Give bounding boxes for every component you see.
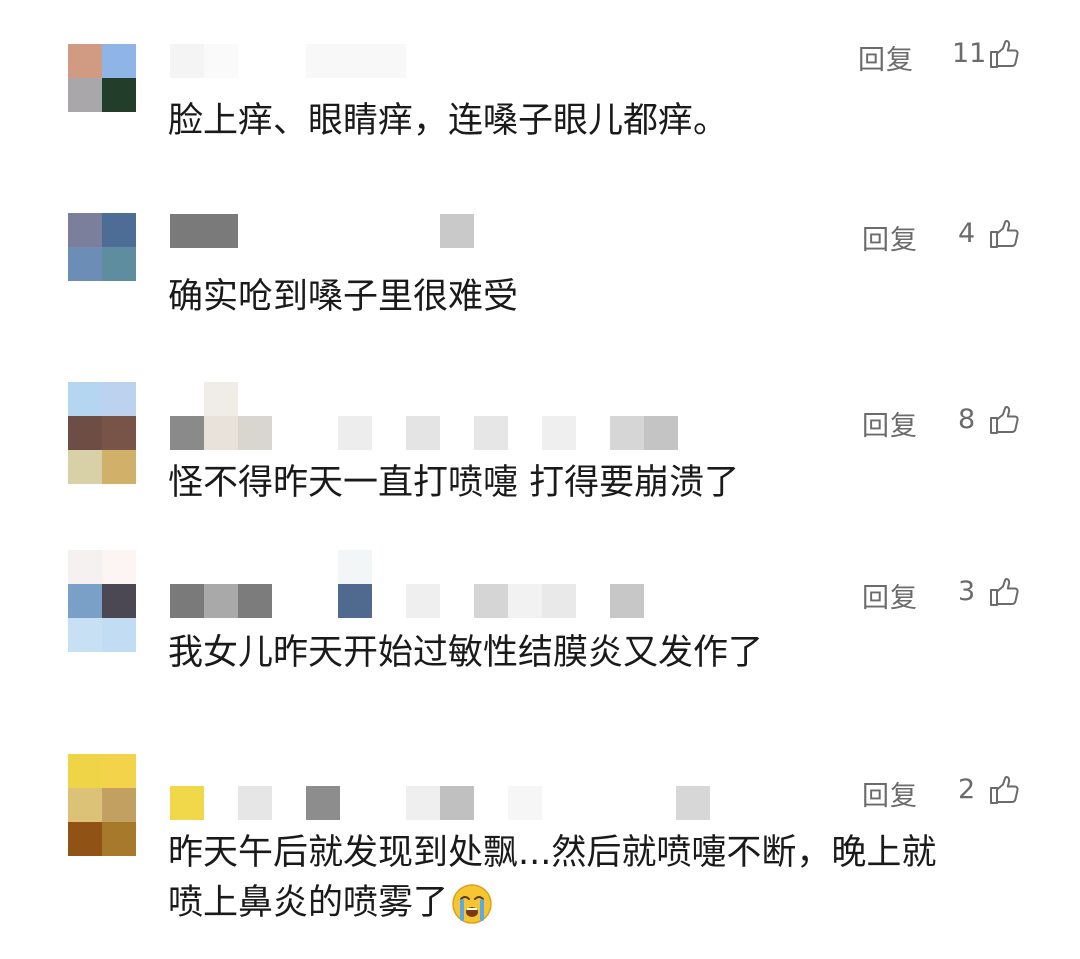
username-blurred[interactable] (170, 44, 410, 78)
username-blurred[interactable] (170, 786, 730, 820)
avatar[interactable] (68, 754, 136, 856)
avatar[interactable] (68, 382, 136, 484)
comment-list: 回复 11 脸上痒、眼睛痒，连嗓子眼儿都痒。 回复 4 确实呛到嗓子里很难受 回… (0, 0, 1080, 959)
thumbs-up-icon[interactable] (988, 38, 1020, 70)
like-count: 2 (958, 774, 976, 805)
avatar[interactable] (68, 550, 136, 652)
comment-text-line: 喷上鼻炎的喷雾了 (168, 878, 1048, 928)
thumbs-up-icon[interactable] (988, 404, 1020, 436)
avatar-pixel (102, 78, 136, 112)
avatar-pixel (102, 44, 136, 78)
username-blurred[interactable] (170, 382, 690, 450)
thumbs-up-icon[interactable] (988, 218, 1020, 250)
comment-text: 确实呛到嗓子里很难受 (168, 277, 519, 317)
reply-button[interactable]: 回复 (862, 576, 918, 615)
avatar-pixel (68, 44, 102, 78)
comment-text-segment: 喷上鼻炎的喷雾了 (168, 883, 449, 923)
thumbs-up-icon[interactable] (988, 774, 1020, 806)
reply-button[interactable]: 回复 (862, 218, 918, 257)
avatar[interactable] (68, 44, 136, 112)
like-count: 4 (958, 218, 976, 249)
reply-button[interactable]: 回复 (862, 404, 918, 443)
username-blurred[interactable] (170, 214, 480, 248)
comment-text: 我女儿昨天开始过敏性结膜炎又发作了 (168, 633, 764, 673)
comment-text: 脸上痒、眼睛痒，连嗓子眼儿都痒。 (168, 101, 729, 141)
crying-face-icon (452, 884, 492, 924)
comment-text: 昨天午后就发现到处飘...然后就喷嚏不断，晚上就 喷上鼻炎的喷雾了 (168, 828, 1048, 928)
thumbs-up-icon[interactable] (988, 576, 1020, 608)
like-count: 3 (958, 576, 976, 607)
avatar-pixel (68, 78, 102, 112)
username-blurred[interactable] (170, 550, 690, 618)
reply-button[interactable]: 回复 (858, 38, 914, 77)
avatar[interactable] (68, 213, 136, 281)
reply-button[interactable]: 回复 (862, 774, 918, 813)
comment-text-line: 昨天午后就发现到处飘...然后就喷嚏不断，晚上就 (168, 833, 937, 873)
like-count: 8 (958, 404, 976, 435)
comment-text: 怪不得昨天一直打喷嚏 打得要崩溃了 (168, 463, 740, 503)
like-count: 11 (952, 38, 987, 69)
